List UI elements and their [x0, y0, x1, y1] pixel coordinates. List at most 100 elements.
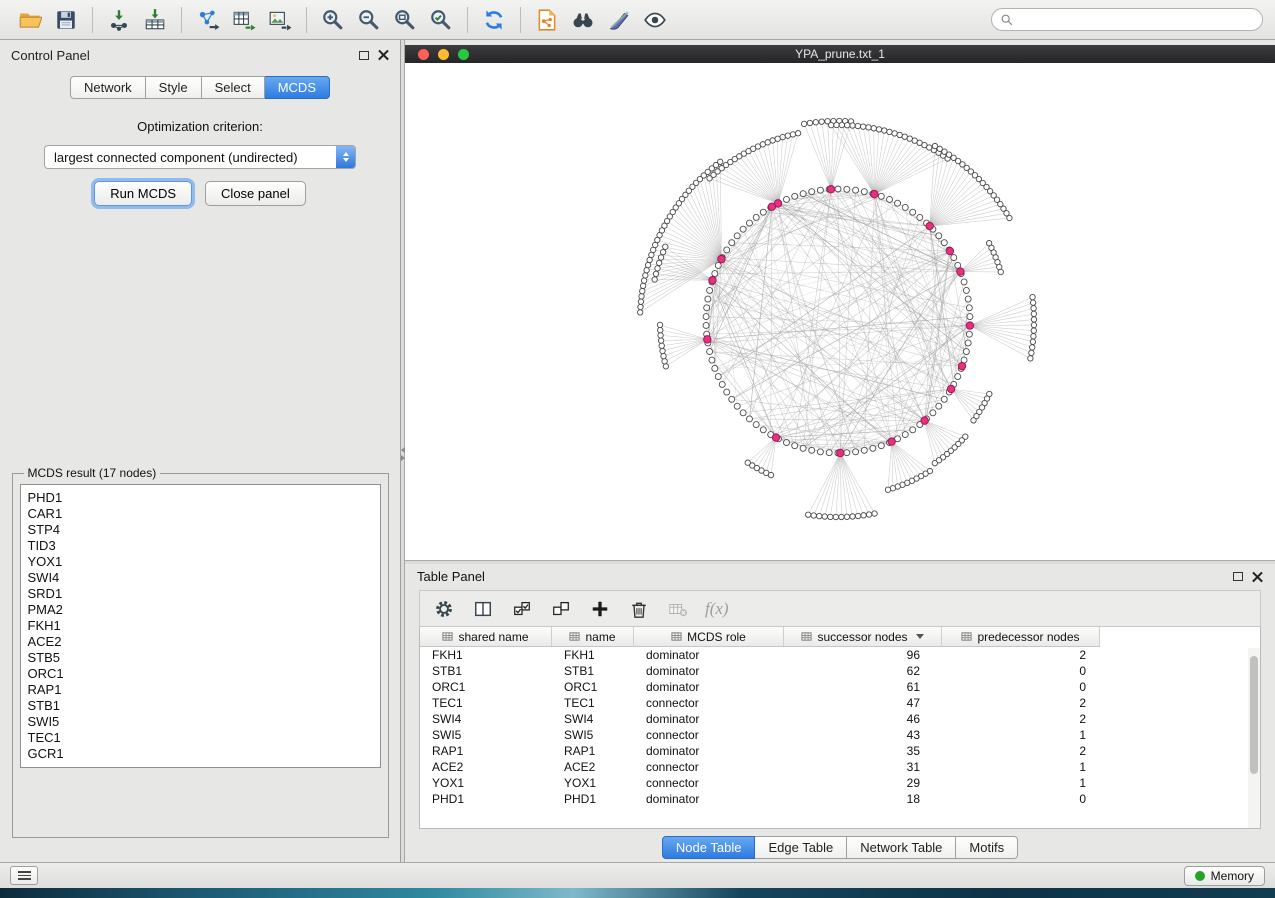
table-cell[interactable]: PHD1 — [420, 791, 552, 807]
table-cell[interactable]: 46 — [784, 711, 942, 727]
table-cell[interactable]: RAP1 — [552, 743, 634, 759]
table-cell[interactable]: connector — [634, 727, 784, 743]
table-cell[interactable]: connector — [634, 775, 784, 791]
apply-layout-icon[interactable] — [479, 5, 509, 35]
show-graphics-details-icon[interactable] — [640, 5, 670, 35]
deselect-all-icon[interactable] — [549, 597, 573, 621]
table-cell[interactable]: connector — [634, 759, 784, 775]
import-table-icon[interactable] — [140, 5, 170, 35]
mcds-result-item[interactable]: FKH1 — [28, 618, 373, 634]
optimization-criterion-select[interactable]: largest connected component (undirected) — [44, 145, 356, 169]
table-cell[interactable]: ORC1 — [552, 679, 634, 695]
column-header-MCDS-role[interactable]: MCDS role — [634, 627, 784, 647]
export-network-icon[interactable] — [193, 5, 223, 35]
table-row[interactable]: TEC1TEC1connector472 — [420, 695, 1260, 711]
table-cell[interactable]: 1 — [942, 759, 1100, 775]
table-cell[interactable]: 62 — [784, 663, 942, 679]
mcds-result-list[interactable]: PHD1CAR1STP4TID3YOX1SWI4SRD1PMA2FKH1ACE2… — [20, 484, 381, 768]
table-cell[interactable]: 96 — [784, 647, 942, 663]
table-row[interactable]: RAP1RAP1dominator352 — [420, 743, 1260, 759]
delete-row-icon[interactable] — [627, 597, 651, 621]
column-header-shared-name[interactable]: shared name — [420, 627, 552, 647]
minimize-window-icon[interactable] — [438, 49, 449, 60]
table-cell[interactable]: YOX1 — [420, 775, 552, 791]
float-table-panel-icon[interactable] — [1233, 572, 1243, 581]
table-cell[interactable]: SWI5 — [552, 727, 634, 743]
memory-button[interactable]: Memory — [1184, 866, 1265, 886]
save-session-icon[interactable] — [51, 5, 81, 35]
mcds-result-item[interactable]: YOX1 — [28, 554, 373, 570]
mcds-result-item[interactable]: STB5 — [28, 650, 373, 666]
open-file-icon[interactable] — [15, 5, 45, 35]
mcds-result-item[interactable]: TID3 — [28, 538, 373, 554]
zoom-fit-icon[interactable] — [390, 5, 420, 35]
tab-network[interactable]: Network — [70, 76, 146, 99]
table-cell[interactable]: 0 — [942, 791, 1100, 807]
tab-edge-table[interactable]: Edge Table — [755, 836, 847, 859]
mcds-result-item[interactable]: SWI5 — [28, 714, 373, 730]
apply-style-icon[interactable] — [604, 5, 634, 35]
search-box[interactable] — [991, 8, 1263, 31]
table-cell[interactable]: ORC1 — [420, 679, 552, 695]
select-all-icon[interactable] — [510, 597, 534, 621]
table-cell[interactable]: 1 — [942, 775, 1100, 791]
tab-mcds[interactable]: MCDS — [265, 76, 330, 99]
table-cell[interactable]: 61 — [784, 679, 942, 695]
table-cell[interactable]: ACE2 — [420, 759, 552, 775]
column-header-predecessor-nodes[interactable]: predecessor nodes — [942, 627, 1100, 647]
table-row[interactable]: PHD1PHD1dominator180 — [420, 791, 1260, 807]
table-cell[interactable]: connector — [634, 695, 784, 711]
zoom-selected-icon[interactable] — [426, 5, 456, 35]
table-cell[interactable]: RAP1 — [420, 743, 552, 759]
mcds-result-item[interactable]: GCR1 — [28, 746, 373, 762]
table-settings-icon[interactable] — [432, 597, 456, 621]
zoom-out-icon[interactable] — [354, 5, 384, 35]
network-canvas[interactable] — [405, 63, 1275, 560]
table-cell[interactable]: 1 — [942, 727, 1100, 743]
close-panel-icon[interactable] — [378, 50, 389, 61]
close-table-panel-icon[interactable] — [1252, 571, 1263, 582]
table-row[interactable]: ORC1ORC1dominator610 — [420, 679, 1260, 695]
network-window-titlebar[interactable]: YPA_prune.txt_1 — [405, 45, 1275, 63]
table-row[interactable]: ACE2ACE2connector311 — [420, 759, 1260, 775]
table-cell[interactable]: 18 — [784, 791, 942, 807]
mcds-result-item[interactable]: ORC1 — [28, 666, 373, 682]
table-row[interactable]: SWI5SWI5connector431 — [420, 727, 1260, 743]
table-cell[interactable]: dominator — [634, 743, 784, 759]
column-header-successor-nodes[interactable]: successor nodes — [784, 627, 942, 647]
zoom-in-icon[interactable] — [318, 5, 348, 35]
network-graph[interactable] — [405, 63, 1275, 560]
table-cell[interactable]: TEC1 — [420, 695, 552, 711]
close-window-icon[interactable] — [418, 49, 429, 60]
table-row[interactable]: FKH1FKH1dominator962 — [420, 647, 1260, 663]
zoom-window-icon[interactable] — [458, 49, 469, 60]
mcds-result-item[interactable]: RAP1 — [28, 682, 373, 698]
tab-node-table[interactable]: Node Table — [662, 836, 756, 859]
table-cell[interactable]: 0 — [942, 663, 1100, 679]
panels-menu-button[interactable] — [10, 866, 38, 885]
function-builder-icon[interactable]: f(x) — [705, 599, 729, 619]
table-cell[interactable]: SWI4 — [420, 711, 552, 727]
scrollbar-thumb[interactable] — [1250, 656, 1258, 774]
export-table-icon[interactable] — [229, 5, 259, 35]
table-cell[interactable]: dominator — [634, 663, 784, 679]
table-cell[interactable]: 2 — [942, 695, 1100, 711]
mcds-result-item[interactable]: PHD1 — [28, 490, 373, 506]
column-header-name[interactable]: name — [552, 627, 634, 647]
add-row-icon[interactable] — [588, 597, 612, 621]
table-cell[interactable]: SWI4 — [552, 711, 634, 727]
mcds-result-item[interactable]: PMA2 — [28, 602, 373, 618]
table-cell[interactable]: 35 — [784, 743, 942, 759]
table-cell[interactable]: 43 — [784, 727, 942, 743]
run-mcds-button[interactable]: Run MCDS — [94, 181, 192, 206]
clear-table-icon[interactable] — [666, 597, 690, 621]
table-cell[interactable]: 2 — [942, 647, 1100, 663]
float-panel-icon[interactable] — [359, 51, 369, 60]
table-cell[interactable]: FKH1 — [552, 647, 634, 663]
table-cell[interactable]: 2 — [942, 743, 1100, 759]
table-cell[interactable]: PHD1 — [552, 791, 634, 807]
table-scrollbar[interactable] — [1248, 648, 1260, 828]
table-cell[interactable]: 31 — [784, 759, 942, 775]
first-neighbors-icon[interactable] — [568, 5, 598, 35]
table-cell[interactable]: STB1 — [552, 663, 634, 679]
